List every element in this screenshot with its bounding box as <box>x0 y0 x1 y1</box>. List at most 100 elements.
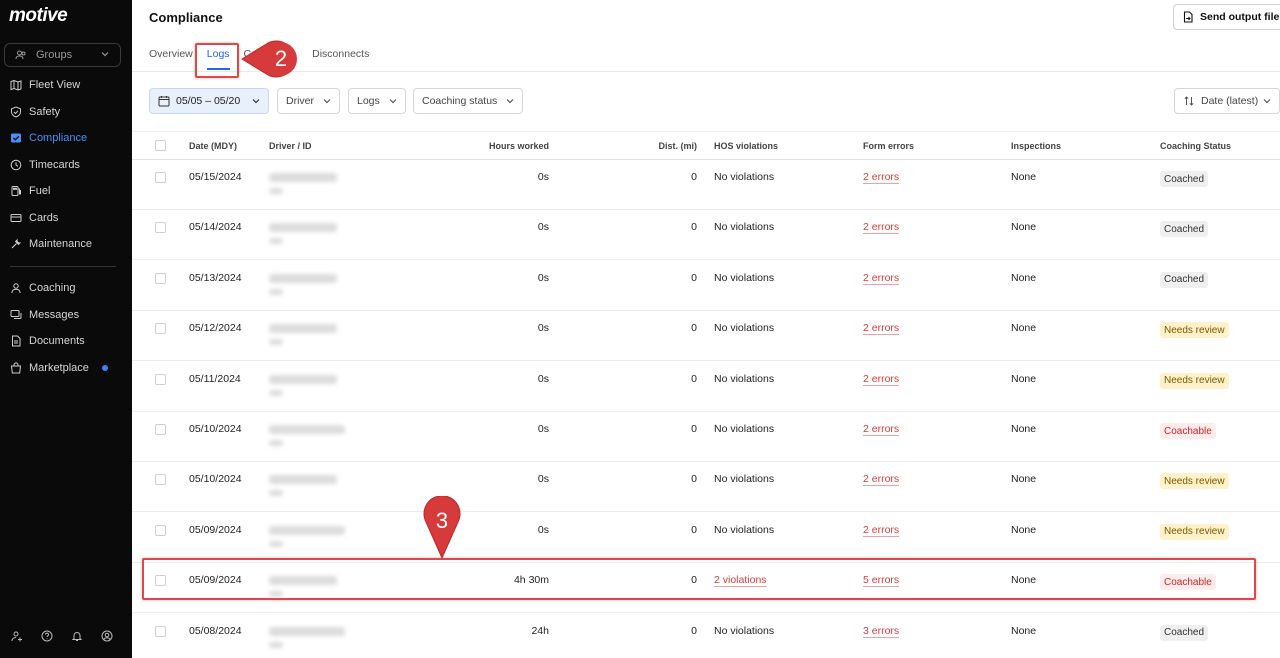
table-row[interactable]: 05/14/2024 0s 0 No violations 2 errors None Co… <box>132 210 1280 261</box>
row-hos-violations: No violations <box>714 523 775 536</box>
column-header-hos-violations[interactable]: HOS violations <box>714 141 778 151</box>
row-checkbox[interactable] <box>155 524 166 536</box>
row-checkbox[interactable] <box>155 625 166 637</box>
row-date: 05/10/2024 <box>189 423 242 435</box>
column-header-hours[interactable]: Hours worked <box>449 141 549 151</box>
column-header-coaching-status[interactable]: Coaching Status <box>1160 141 1231 151</box>
row-checkbox[interactable] <box>155 373 166 385</box>
row-form-errors-link[interactable]: 2 errors <box>863 221 900 235</box>
column-header-inspections[interactable]: Inspections <box>1011 141 1061 151</box>
annotation-marker-3: 3 <box>422 496 462 560</box>
row-hos-violations: No violations <box>714 271 775 284</box>
row-checkbox[interactable] <box>155 222 166 234</box>
file-export-icon <box>1182 11 1194 23</box>
coaching-status-filter[interactable]: Coaching status <box>413 88 523 114</box>
row-coaching-status-badge[interactable]: Needs review <box>1160 473 1229 490</box>
sidebar-item-fuel[interactable]: Fuel <box>10 182 50 200</box>
redacted-driver-name <box>269 374 337 384</box>
chevron-down-icon <box>388 96 398 106</box>
sidebar-item-coaching[interactable]: Coaching <box>10 279 75 297</box>
sidebar-item-timecards[interactable]: Timecards <box>10 156 80 174</box>
sidebar-item-label: Fleet View <box>29 79 81 91</box>
select-all-checkbox[interactable] <box>155 140 166 151</box>
sort-label: Date (latest) <box>1201 95 1259 107</box>
column-header-date[interactable]: Date (MDY) <box>189 141 237 151</box>
row-hours-worked: 0s <box>537 372 549 385</box>
row-hours-worked: 24h <box>531 624 549 637</box>
chevron-down-icon <box>100 49 110 59</box>
logs-filter-label: Logs <box>357 95 380 107</box>
table-row[interactable]: 05/09/2024 0s 0 No violations 2 errors None Ne… <box>132 513 1280 563</box>
help-icon[interactable] <box>41 630 53 642</box>
row-form-errors-link[interactable]: 2 errors <box>863 322 900 336</box>
send-output-file-button[interactable]: Send output file <box>1173 4 1280 30</box>
sidebar-item-maintenance[interactable]: Maintenance <box>10 235 92 253</box>
table-row[interactable]: 05/15/2024 0s 0 No violations 2 errors None Co… <box>132 160 1280 210</box>
sidebar-item-marketplace[interactable]: Marketplace <box>10 359 108 377</box>
row-coaching-status-badge[interactable]: Coached <box>1160 221 1209 238</box>
column-header-form-errors[interactable]: Form errors <box>863 141 914 151</box>
row-distance: 0 <box>691 523 697 536</box>
sidebar-item-messages[interactable]: Messages <box>10 306 79 324</box>
row-date: 05/09/2024 <box>189 523 242 536</box>
column-header-distance[interactable]: Dist. (mi) <box>597 141 697 151</box>
row-distance: 0 <box>691 372 697 385</box>
table-row[interactable]: 05/13/2024 0s 0 No violations 2 errors None Co… <box>132 261 1280 311</box>
user-settings-icon[interactable] <box>11 630 23 642</box>
row-coaching-status-badge[interactable]: Coachable <box>1160 423 1216 439</box>
bell-icon[interactable] <box>71 630 83 642</box>
row-form-errors-link[interactable]: 2 errors <box>863 423 900 436</box>
column-header-driver[interactable]: Driver / ID <box>269 141 312 151</box>
row-checkbox[interactable] <box>155 424 166 435</box>
row-checkbox[interactable] <box>155 323 166 335</box>
sort-dropdown[interactable]: Date (latest) <box>1174 88 1280 114</box>
sidebar-item-safety[interactable]: Safety <box>10 103 60 121</box>
groups-dropdown[interactable]: Groups <box>4 43 121 67</box>
motive-logo[interactable]: motive <box>9 5 68 27</box>
redacted-driver-name <box>269 425 345 434</box>
sidebar-item-fleet-view[interactable]: Fleet View <box>10 76 80 94</box>
table-row[interactable]: 05/10/2024 0s 0 No violations 2 errors None Co… <box>132 412 1280 462</box>
row-inspections: None <box>1011 423 1037 435</box>
table-row[interactable]: 05/11/2024 0s 0 No violations 2 errors None Ne… <box>132 362 1280 412</box>
row-date: 05/08/2024 <box>189 624 242 637</box>
row-checkbox[interactable] <box>155 172 166 183</box>
redacted-driver-id <box>269 641 283 648</box>
account-icon[interactable] <box>101 630 113 642</box>
row-form-errors-link[interactable]: 2 errors <box>863 272 900 285</box>
row-form-errors-link[interactable]: 3 errors <box>863 625 900 638</box>
row-form-errors-link[interactable]: 2 errors <box>863 524 900 537</box>
sidebar-item-cards[interactable]: Cards <box>10 209 58 227</box>
table-row[interactable]: 05/10/2024 0s 0 No violations 2 errors None Ne… <box>132 462 1280 513</box>
row-coaching-status-badge[interactable]: Needs review <box>1160 372 1229 389</box>
table-row[interactable]: 05/12/2024 0s 0 No violations 2 errors None Ne… <box>132 311 1280 362</box>
row-hours-worked: 0s <box>537 473 549 486</box>
row-date: 05/14/2024 <box>189 221 242 234</box>
driver-filter[interactable]: Driver <box>277 88 340 114</box>
compliance-icon <box>10 132 22 144</box>
app-window: motive Groups Fleet View Safety Complian… <box>0 0 1280 658</box>
row-coaching-status-badge[interactable]: Needs review <box>1160 523 1229 540</box>
annotation-highlight-row <box>142 558 1256 600</box>
sidebar-item-compliance[interactable]: Compliance <box>10 129 87 147</box>
row-inspections: None <box>1011 473 1037 486</box>
row-hours-worked: 0s <box>537 171 549 183</box>
row-checkbox[interactable] <box>155 474 166 486</box>
coaching-status-filter-label: Coaching status <box>422 95 498 107</box>
row-checkbox[interactable] <box>155 272 166 284</box>
row-date: 05/11/2024 <box>189 372 241 385</box>
annotation-highlight-logs-tab <box>195 43 239 78</box>
logs-filter[interactable]: Logs <box>348 88 406 114</box>
tab-overview[interactable]: Overview <box>149 48 193 72</box>
row-coaching-status-badge[interactable]: Coached <box>1160 271 1209 288</box>
tab-disconnects[interactable]: Disconnects <box>312 48 369 72</box>
row-form-errors-link[interactable]: 2 errors <box>863 473 900 487</box>
row-coaching-status-badge[interactable]: Coached <box>1160 171 1209 187</box>
row-coaching-status-badge[interactable]: Coached <box>1160 624 1209 641</box>
table-row[interactable]: 05/08/2024 24h 0 No violations 3 errors None C… <box>132 614 1280 658</box>
sidebar-item-documents[interactable]: Documents <box>10 332 85 350</box>
date-range-filter[interactable]: 05/05 – 05/20 <box>149 88 269 114</box>
row-coaching-status-badge[interactable]: Needs review <box>1160 322 1229 339</box>
row-form-errors-link[interactable]: 2 errors <box>863 373 900 386</box>
row-form-errors-link[interactable]: 2 errors <box>863 171 900 184</box>
